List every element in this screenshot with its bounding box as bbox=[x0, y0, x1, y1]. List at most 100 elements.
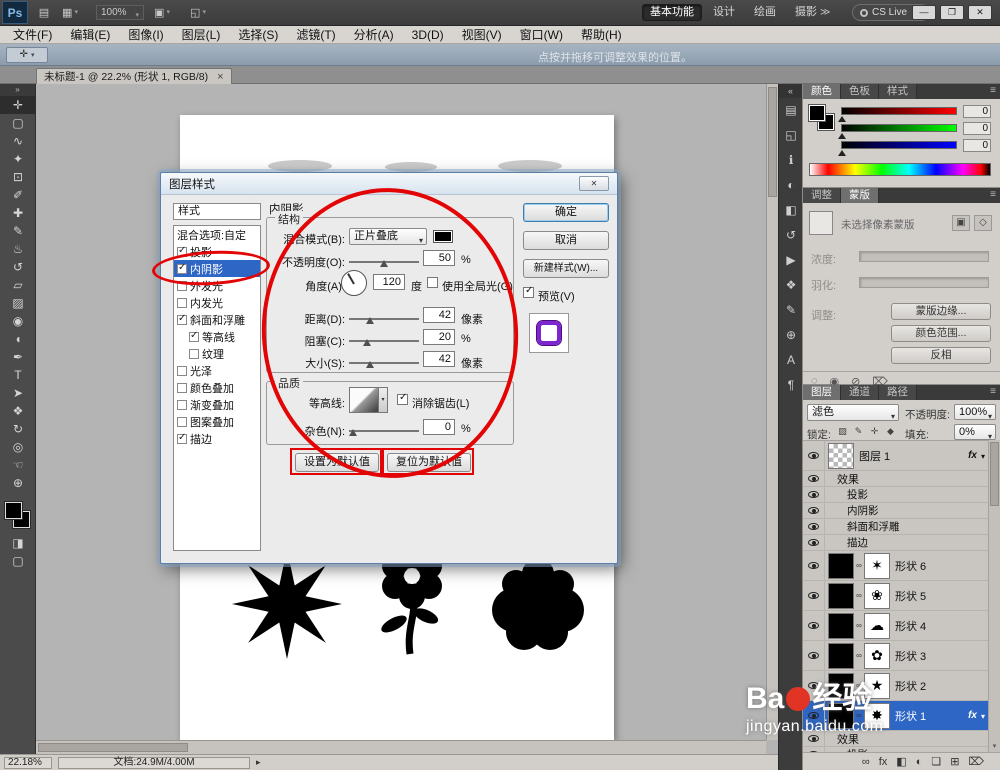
red-slider[interactable] bbox=[841, 107, 957, 115]
visibility-toggle[interactable] bbox=[803, 471, 825, 486]
gradient-tool[interactable]: ▨ bbox=[0, 294, 36, 312]
panel-tab[interactable]: 路径 bbox=[879, 385, 917, 400]
document-tab[interactable]: 未标题-1 @ 22.2% (形状 1, RGB/8) × bbox=[36, 68, 232, 84]
layer-row[interactable]: 描边 fx bbox=[803, 535, 989, 551]
style-checkbox-icon[interactable] bbox=[189, 348, 199, 359]
layer-thumbnail[interactable] bbox=[828, 612, 854, 639]
visibility-toggle[interactable] bbox=[803, 611, 825, 640]
cancel-button[interactable]: 取消 bbox=[523, 231, 609, 250]
layer-row[interactable]: ✶ 形状 6 fx bbox=[803, 551, 989, 581]
style-item[interactable]: 描边 bbox=[174, 430, 260, 447]
menu-edit[interactable]: 编辑(E) bbox=[61, 26, 119, 43]
panel-menu-icon[interactable]: ≡ bbox=[990, 189, 996, 200]
vector-mask-thumbnail[interactable]: ☁ bbox=[864, 612, 890, 639]
visibility-toggle[interactable] bbox=[803, 487, 825, 502]
vector-mask-thumbnail[interactable]: ✿ bbox=[864, 642, 890, 669]
visibility-toggle[interactable] bbox=[803, 503, 825, 518]
style-checkbox-icon[interactable] bbox=[177, 399, 187, 410]
quick-selection-tool[interactable]: ✦ bbox=[0, 150, 36, 168]
add-pixel-mask-button[interactable]: ▣ bbox=[952, 215, 970, 231]
menu-help[interactable]: 帮助(H) bbox=[572, 26, 631, 43]
panel-tab[interactable]: 图层 bbox=[803, 385, 841, 400]
style-item[interactable]: 纹理 bbox=[174, 345, 260, 362]
masks-panel-icon[interactable]: ◧ bbox=[779, 198, 803, 223]
history-brush-tool[interactable]: ↺ bbox=[0, 258, 36, 276]
minimize-button[interactable]: — bbox=[912, 5, 936, 20]
styles-panel-icon[interactable]: ❖ bbox=[779, 273, 803, 298]
panel-tab[interactable]: 通道 bbox=[841, 385, 879, 400]
menu-filter[interactable]: 滤镜(T) bbox=[287, 26, 344, 43]
menu-view[interactable]: 视图(V) bbox=[453, 26, 511, 43]
dock-collapse-icon[interactable]: « bbox=[779, 84, 802, 98]
screen-mode-icon[interactable]: ◱ bbox=[188, 5, 208, 21]
history-panel-icon[interactable]: ↺ bbox=[779, 223, 803, 248]
workspace-button[interactable]: 设计 bbox=[705, 4, 743, 21]
red-value[interactable]: 0 bbox=[963, 105, 991, 118]
view-extras-icon[interactable]: ▦ bbox=[60, 5, 80, 21]
new-style-button[interactable]: 新建样式(W)... bbox=[523, 259, 609, 278]
add-vector-mask-button[interactable]: ◇ bbox=[974, 215, 992, 231]
color-spectrum-bar[interactable] bbox=[809, 163, 991, 176]
layer-row[interactable]: ☁ 形状 4 fx bbox=[803, 611, 989, 641]
navigator-panel-icon[interactable]: ◱ bbox=[779, 123, 803, 148]
panel-tab[interactable]: 颜色 bbox=[803, 84, 841, 99]
style-checkbox-icon[interactable] bbox=[177, 432, 187, 444]
layers-scrollbar-thumb[interactable] bbox=[990, 442, 999, 506]
arrange-documents-icon[interactable]: ▣ bbox=[152, 5, 172, 21]
layer-row[interactable]: 内阴影 fx bbox=[803, 503, 989, 519]
healing-brush-tool[interactable]: ✚ bbox=[0, 204, 36, 222]
layer-row[interactable]: ❀ 形状 5 fx bbox=[803, 581, 989, 611]
menu-3d[interactable]: 3D(D) bbox=[403, 26, 453, 43]
dialog-close-button[interactable]: ✕ bbox=[579, 176, 609, 191]
screen-mode-button[interactable]: ▢ bbox=[0, 552, 36, 570]
layer-thumbnail[interactable] bbox=[828, 442, 854, 469]
layer-blend-mode-select[interactable]: 滤色 bbox=[807, 404, 899, 424]
style-checkbox-icon[interactable] bbox=[177, 313, 187, 325]
blue-slider-thumb[interactable] bbox=[838, 150, 846, 156]
layer-row[interactable]: 图层 1 fx bbox=[803, 441, 989, 471]
menu-analysis[interactable]: 分析(A) bbox=[345, 26, 403, 43]
layer-thumbnail[interactable] bbox=[828, 642, 854, 669]
horizontal-scrollbar[interactable] bbox=[36, 740, 766, 754]
histogram-panel-icon[interactable]: ▤ bbox=[779, 98, 803, 123]
invert-button[interactable]: 反相 bbox=[891, 347, 991, 364]
style-checkbox-icon[interactable] bbox=[177, 297, 187, 308]
style-checkbox-icon[interactable] bbox=[189, 330, 199, 342]
style-item[interactable]: 混合选项:自定 bbox=[174, 226, 260, 243]
layer-name[interactable]: 形状 4 bbox=[895, 618, 926, 634]
fx-expand-icon[interactable] bbox=[981, 710, 985, 722]
panel-tab[interactable]: 调整 bbox=[803, 188, 841, 203]
menu-window[interactable]: 窗口(W) bbox=[511, 26, 572, 43]
menu-file[interactable]: 文件(F) bbox=[4, 26, 61, 43]
horizontal-scrollbar-thumb[interactable] bbox=[38, 743, 188, 752]
hand-tool[interactable]: ☜ bbox=[0, 456, 36, 474]
scroll-down-icon[interactable] bbox=[989, 741, 1000, 752]
foreground-color-swatch[interactable] bbox=[5, 502, 22, 519]
brush-panel-icon[interactable]: ✎ bbox=[779, 298, 803, 323]
visibility-toggle[interactable] bbox=[803, 441, 825, 470]
clone-stamp-tool[interactable]: ♨ bbox=[0, 240, 36, 258]
foreground-swatch[interactable] bbox=[808, 104, 826, 122]
panel-tab[interactable]: 样式 bbox=[879, 84, 917, 99]
pen-tool[interactable]: ✒ bbox=[0, 348, 36, 366]
layer-row[interactable]: 效果 fx bbox=[803, 471, 989, 487]
workspace-overflow-icon[interactable]: ≫ bbox=[820, 7, 830, 18]
green-value[interactable]: 0 bbox=[963, 122, 991, 135]
layer-opacity-input[interactable]: 100% bbox=[954, 404, 996, 424]
layers-scrollbar[interactable] bbox=[988, 440, 1000, 752]
menu-layer[interactable]: 图层(L) bbox=[173, 26, 230, 43]
lock-position-icon[interactable]: ✛ bbox=[869, 426, 880, 437]
panel-tab[interactable]: 色板 bbox=[841, 84, 879, 99]
layer-name[interactable]: 形状 5 bbox=[895, 588, 926, 604]
style-item[interactable]: 图案叠加 bbox=[174, 413, 260, 430]
vector-mask-thumbnail[interactable]: ✶ bbox=[864, 552, 890, 579]
foreground-background-swatches[interactable] bbox=[808, 104, 839, 135]
style-item[interactable]: 斜面和浮雕 bbox=[174, 311, 260, 328]
link-layers-icon[interactable]: ∞ bbox=[862, 756, 870, 768]
blue-value[interactable]: 0 bbox=[963, 139, 991, 152]
dodge-tool[interactable]: ◖ bbox=[0, 330, 36, 348]
layer-name[interactable]: 描边 bbox=[847, 535, 868, 550]
style-item[interactable]: 光泽 bbox=[174, 362, 260, 379]
layer-style-icon[interactable]: fx bbox=[879, 756, 888, 768]
toolbar-collapse-icon[interactable]: » bbox=[0, 84, 35, 96]
